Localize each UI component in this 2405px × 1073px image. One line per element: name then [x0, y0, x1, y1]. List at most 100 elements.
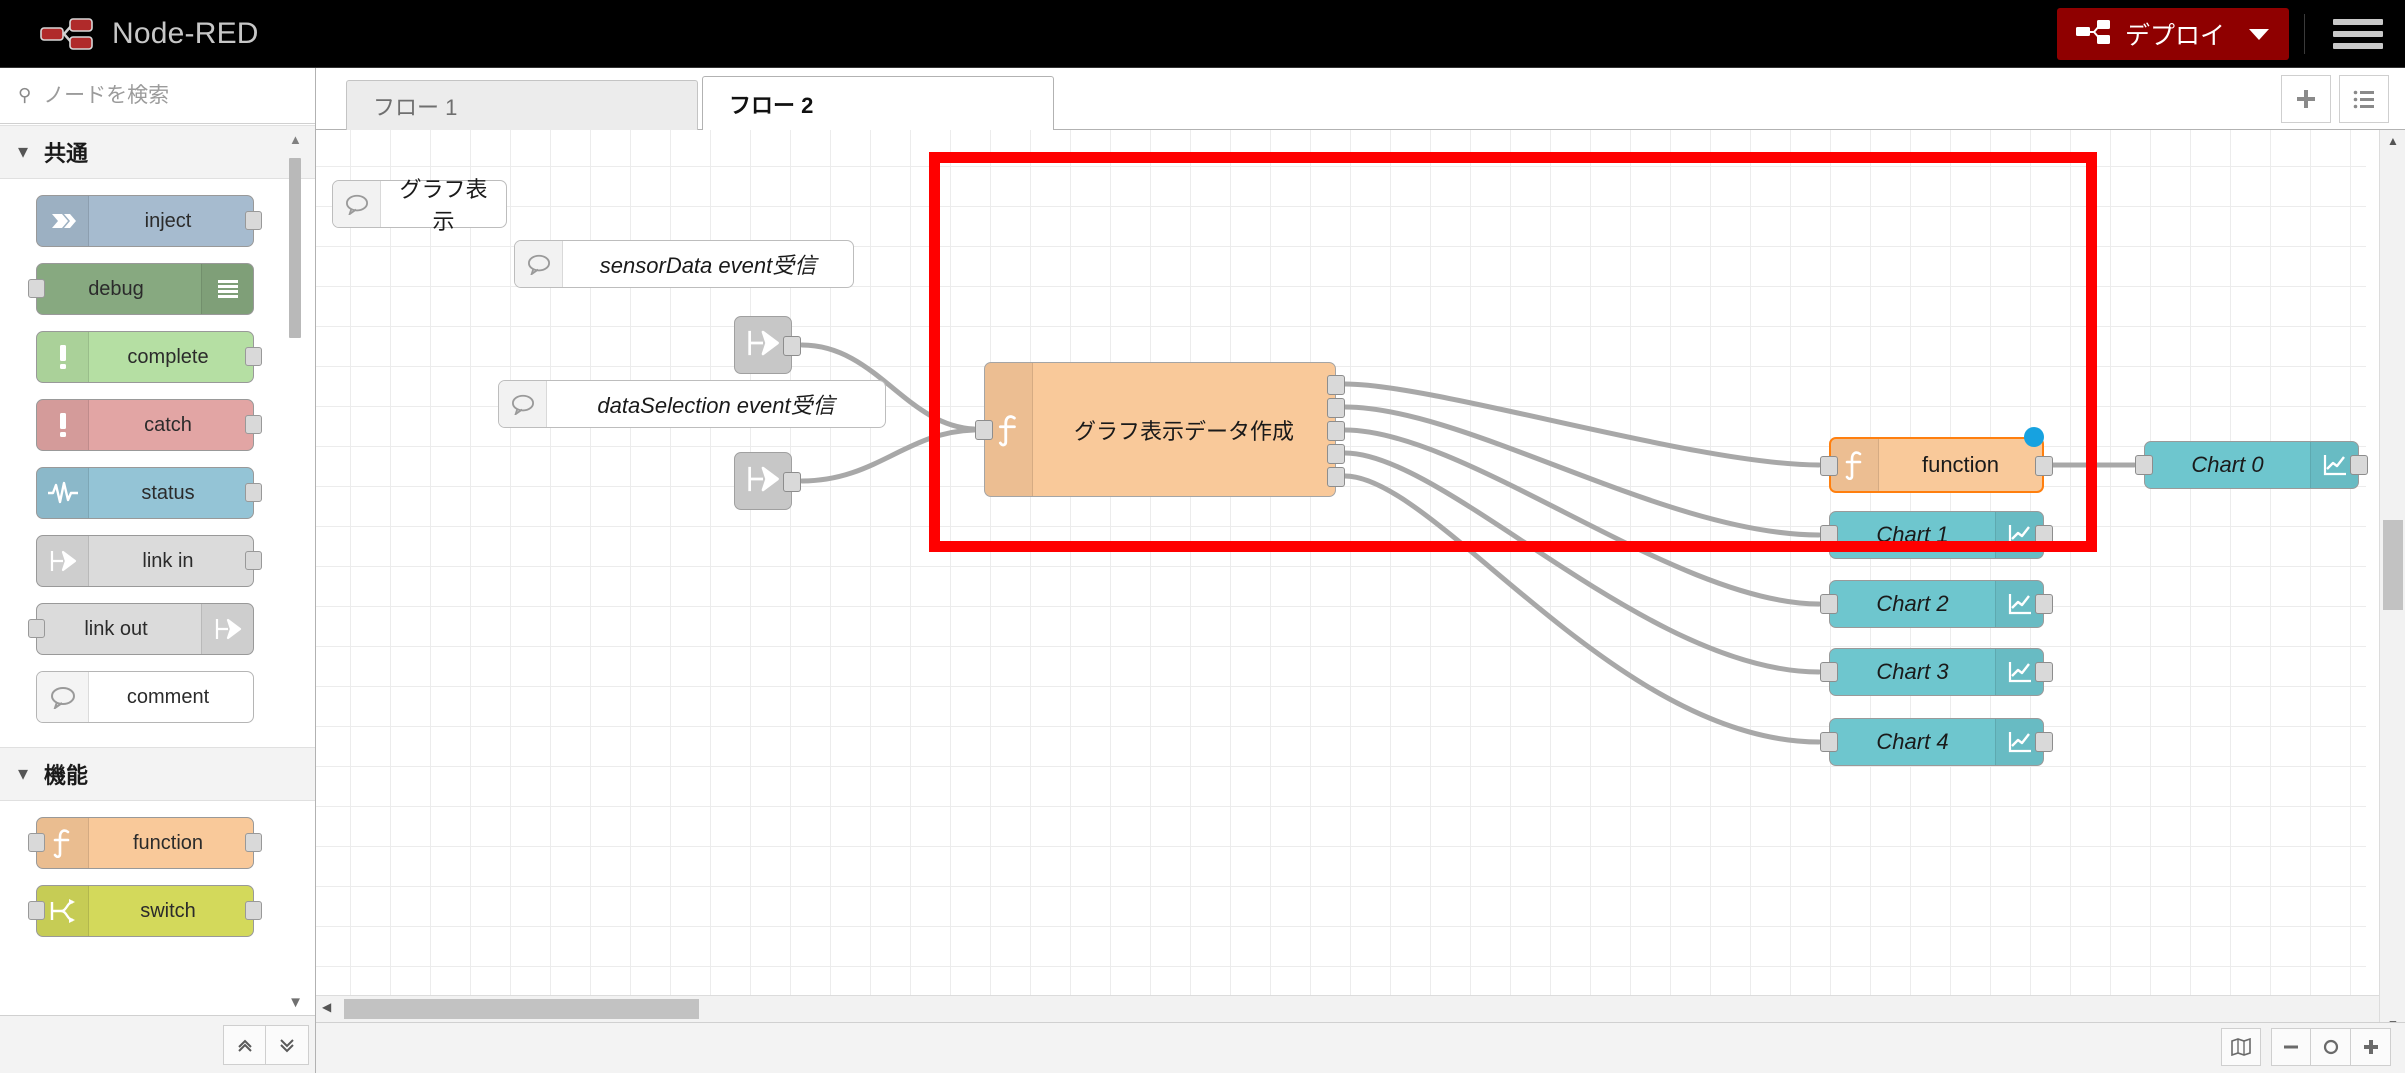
node-input-port[interactable]: [1820, 456, 1838, 476]
node-input-port[interactable]: [28, 833, 45, 852]
node-input-port[interactable]: [28, 619, 45, 638]
add-flow-button[interactable]: [2281, 75, 2331, 123]
node-output-port[interactable]: [2035, 525, 2053, 545]
canvas-node-chart-2[interactable]: Chart 2: [1820, 580, 2053, 628]
arrow-right-icon: [37, 196, 89, 246]
canvas-node-link-in-1[interactable]: [734, 316, 801, 374]
hamburger-menu-icon[interactable]: [2331, 16, 2385, 52]
canvas-node-chart-1[interactable]: Chart 1: [1820, 511, 2053, 559]
palette-scrollbar-thumb[interactable]: [289, 158, 301, 338]
node-input-port[interactable]: [1820, 525, 1838, 545]
navigator-button[interactable]: [2221, 1028, 2261, 1066]
canvas-node-label: Chart 1: [1876, 522, 1949, 547]
palette-node-status[interactable]: status: [36, 467, 262, 519]
palette-node-label: switch: [140, 899, 196, 922]
palette-node-link-out[interactable]: link out: [28, 603, 254, 655]
expand-all-button[interactable]: [266, 1024, 309, 1065]
deploy-button[interactable]: デプロイ: [2056, 8, 2289, 60]
palette-node-link-in[interactable]: link in: [36, 535, 262, 587]
scroll-down-arrow-icon[interactable]: ▼: [288, 994, 303, 1011]
node-output-port[interactable]: [245, 347, 262, 366]
node-output-port[interactable]: [2035, 662, 2053, 682]
canvas-node-function-small[interactable]: function: [1820, 427, 2053, 493]
palette-node-inject[interactable]: inject: [36, 195, 262, 247]
node-output-port-3[interactable]: [1327, 421, 1345, 441]
node-input-port[interactable]: [1820, 594, 1838, 614]
app-title: Node-RED: [112, 17, 259, 50]
scroll-left-arrow-icon[interactable]: ◀: [322, 1000, 331, 1014]
app-header: Node-RED デプロイ: [0, 0, 2405, 68]
node-output-port[interactable]: [783, 336, 801, 356]
node-output-port-2[interactable]: [1327, 398, 1345, 418]
link-icon: [37, 536, 89, 586]
palette-search-bar[interactable]: ⚲: [0, 68, 315, 124]
node-input-port[interactable]: [975, 420, 993, 440]
flow-tab-bar: フロー 1 フロー 2: [316, 68, 2405, 130]
canvas-node-chart-4[interactable]: Chart 4: [1820, 718, 2053, 766]
scroll-up-arrow-icon[interactable]: ▲: [289, 132, 302, 147]
node-output-port[interactable]: [245, 211, 262, 230]
chevron-down-icon[interactable]: [2249, 28, 2269, 40]
node-output-port[interactable]: [245, 551, 262, 570]
canvas-vertical-scrollbar-thumb[interactable]: [2383, 520, 2403, 610]
palette-node-label: status: [141, 481, 195, 504]
canvas-node-comment-sensor[interactable]: sensorData event受信: [514, 240, 854, 288]
tab-flow-2[interactable]: フロー 2: [702, 76, 1054, 130]
zoom-controls: [2221, 1028, 2391, 1066]
zoom-in-button[interactable]: [2351, 1028, 2391, 1066]
list-flows-button[interactable]: [2339, 75, 2389, 123]
node-output-port[interactable]: [245, 901, 262, 920]
canvas-node-comment-graph[interactable]: グラフ表示: [332, 177, 507, 234]
node-output-port[interactable]: [2035, 732, 2053, 752]
node-output-port-4[interactable]: [1327, 444, 1345, 464]
node-input-port[interactable]: [1820, 662, 1838, 682]
canvas-node-link-in-2[interactable]: [734, 452, 801, 510]
node-output-port[interactable]: [245, 415, 262, 434]
node-output-port[interactable]: [783, 472, 801, 492]
node-input-port[interactable]: [28, 279, 45, 298]
node-output-port[interactable]: [2350, 455, 2368, 475]
zoom-out-button[interactable]: [2271, 1028, 2311, 1066]
node-output-port-5[interactable]: [1327, 467, 1345, 487]
zoom-reset-button[interactable]: [2311, 1028, 2351, 1066]
canvas-horizontal-scrollbar-thumb[interactable]: [344, 999, 699, 1019]
palette-node-comment[interactable]: comment: [36, 671, 254, 723]
node-input-port[interactable]: [28, 901, 45, 920]
search-icon: ⚲: [18, 85, 32, 105]
palette-node-catch[interactable]: catch: [36, 399, 262, 451]
tab-flow-1[interactable]: フロー 1: [346, 80, 698, 130]
canvas-vertical-scrollbar[interactable]: ▲ ▼: [2379, 130, 2405, 1035]
flow-canvas[interactable]: グラフ表示 sensorData event受信 dataSelection e…: [316, 130, 2368, 1012]
palette-category-function[interactable]: ▾ 機能: [0, 747, 315, 801]
canvas-horizontal-scrollbar[interactable]: ◀: [316, 995, 2379, 1022]
node-output-port[interactable]: [2035, 594, 2053, 614]
speech-bubble-icon: [499, 381, 547, 427]
scroll-up-arrow-icon[interactable]: ▲: [2380, 134, 2405, 148]
palette-node-function[interactable]: function: [28, 817, 262, 869]
tab-label: フロー 2: [729, 92, 814, 118]
collapse-all-button[interactable]: [223, 1024, 266, 1065]
palette-category-label: 共通: [44, 141, 89, 166]
deploy-node-icon: [2075, 19, 2111, 50]
search-input[interactable]: [41, 82, 282, 109]
node-input-port[interactable]: [2135, 455, 2153, 475]
palette-scrollbar[interactable]: ▲: [289, 130, 302, 1010]
node-red-logo-icon: [38, 14, 98, 54]
canvas-node-chart-3[interactable]: Chart 3: [1820, 648, 2053, 696]
canvas-node-label: Chart 2: [1876, 591, 1949, 616]
canvas-node-comment-dataselection[interactable]: dataSelection event受信: [498, 380, 886, 428]
list-lines-icon: [201, 264, 253, 314]
link-icon: [746, 464, 780, 499]
palette-node-complete[interactable]: complete: [36, 331, 262, 383]
canvas-node-chart-0[interactable]: Chart 0: [2135, 441, 2368, 489]
canvas-node-function-main[interactable]: グラフ表示データ作成: [975, 362, 1345, 497]
node-output-port[interactable]: [245, 483, 262, 502]
node-output-port[interactable]: [2035, 456, 2053, 476]
function-f-icon: [1831, 439, 1879, 491]
node-output-port[interactable]: [245, 833, 262, 852]
node-input-port[interactable]: [1820, 732, 1838, 752]
palette-node-switch[interactable]: switch: [28, 885, 262, 937]
node-output-port-1[interactable]: [1327, 375, 1345, 395]
palette-category-common[interactable]: ▾ 共通: [0, 125, 315, 179]
palette-node-debug[interactable]: debug: [28, 263, 254, 315]
